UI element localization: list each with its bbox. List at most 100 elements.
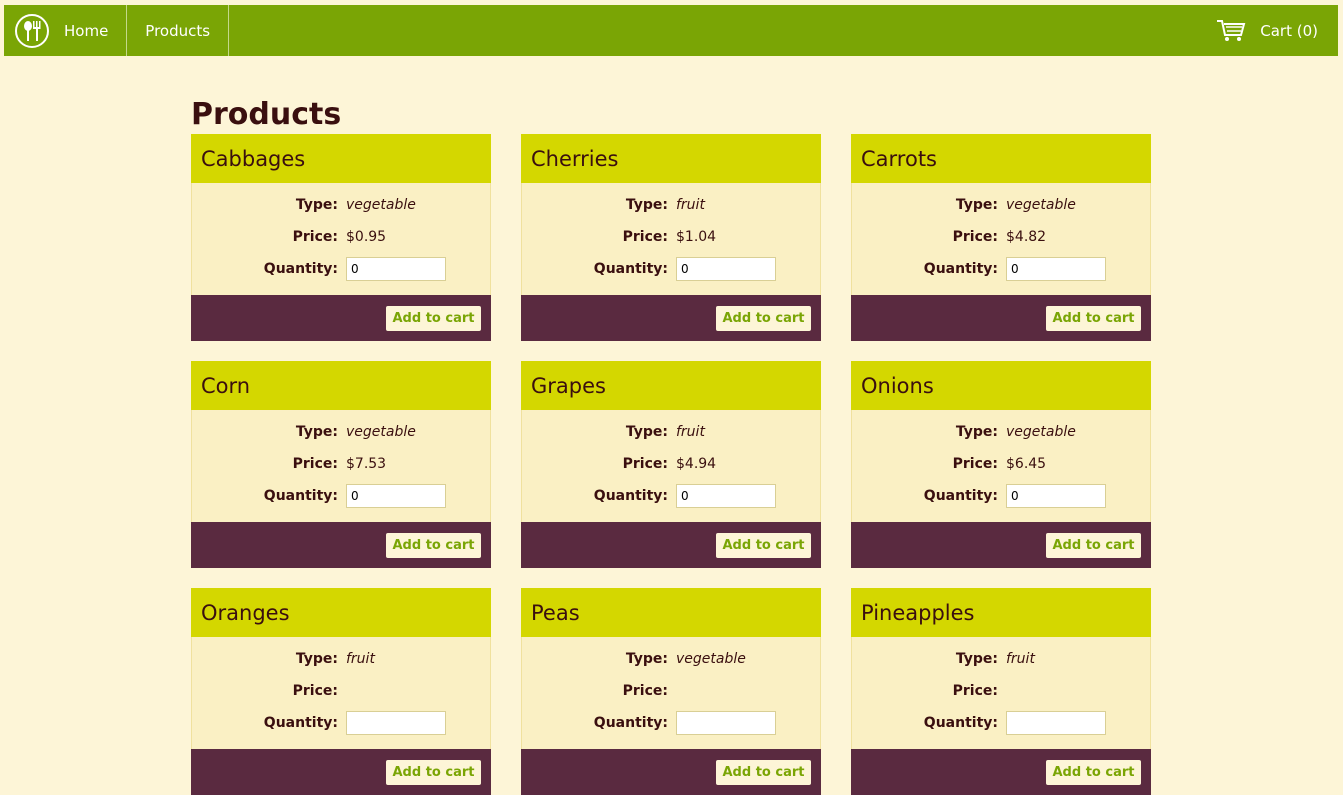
type-value: vegetable [1006, 197, 1076, 213]
type-value: fruit [676, 197, 705, 213]
add-to-cart-button[interactable]: Add to cart [1046, 532, 1141, 558]
type-label: Type: [955, 197, 998, 213]
nav-home[interactable]: Home [60, 5, 128, 56]
product-card: Cherries Type: fruit Price: $1.04 Quanti… [521, 134, 821, 341]
card-footer: Add to cart [191, 749, 491, 795]
price-label: Price: [292, 683, 338, 699]
price-value: $1.04 [676, 229, 717, 245]
price-row: Price: $7.53 [192, 448, 490, 480]
price-value: $4.82 [1006, 229, 1047, 245]
type-value: vegetable [676, 651, 746, 667]
type-label: Type: [625, 424, 668, 440]
price-row: Price: $6.45 [852, 448, 1150, 480]
product-details: Type: fruit Price: Quantity: [191, 637, 491, 749]
quantity-row: Quantity: [522, 707, 820, 739]
product-name: Cabbages [191, 134, 491, 183]
type-label: Type: [295, 651, 338, 667]
product-details: Type: vegetable Price: $7.53 Quantity: [191, 410, 491, 522]
fork-spoon-icon [15, 13, 49, 48]
quantity-input[interactable] [346, 257, 446, 281]
add-to-cart-button[interactable]: Add to cart [716, 305, 811, 331]
add-to-cart-button[interactable]: Add to cart [386, 759, 481, 785]
type-value: fruit [346, 651, 375, 667]
quantity-row: Quantity: [852, 480, 1150, 512]
add-to-cart-button[interactable]: Add to cart [1046, 305, 1141, 331]
type-row: Type: vegetable [192, 189, 490, 221]
product-name: Cherries [521, 134, 821, 183]
product-card: Onions Type: vegetable Price: $6.45 Quan… [851, 361, 1151, 568]
price-label: Price: [952, 229, 998, 245]
product-card: Oranges Type: fruit Price: Quantity: Add… [191, 588, 491, 795]
quantity-input[interactable] [676, 257, 776, 281]
logo[interactable] [4, 5, 60, 56]
quantity-input[interactable] [1006, 484, 1106, 508]
product-name: Peas [521, 588, 821, 637]
product-card: Carrots Type: vegetable Price: $4.82 Qua… [851, 134, 1151, 341]
quantity-label: Quantity: [263, 261, 338, 277]
type-row: Type: vegetable [852, 189, 1150, 221]
card-footer: Add to cart [191, 295, 491, 341]
product-grid: Cabbages Type: vegetable Price: $0.95 Qu… [191, 134, 1151, 795]
quantity-input[interactable] [346, 711, 446, 735]
quantity-row: Quantity: [522, 480, 820, 512]
add-to-cart-button[interactable]: Add to cart [386, 305, 481, 331]
quantity-row: Quantity: [852, 253, 1150, 285]
card-footer: Add to cart [521, 295, 821, 341]
quantity-input[interactable] [676, 711, 776, 735]
type-row: Type: fruit [522, 189, 820, 221]
add-to-cart-button[interactable]: Add to cart [716, 532, 811, 558]
price-label: Price: [952, 683, 998, 699]
main-content: Products Cabbages Type: vegetable Price:… [191, 95, 1151, 795]
page-title: Products [191, 97, 342, 132]
price-label: Price: [952, 456, 998, 472]
quantity-label: Quantity: [263, 488, 338, 504]
card-footer: Add to cart [191, 522, 491, 568]
product-name: Corn [191, 361, 491, 410]
type-label: Type: [625, 651, 668, 667]
add-to-cart-button[interactable]: Add to cart [1046, 759, 1141, 785]
quantity-label: Quantity: [263, 715, 338, 731]
quantity-input[interactable] [1006, 711, 1106, 735]
type-label: Type: [625, 197, 668, 213]
price-row: Price: $1.04 [522, 221, 820, 253]
quantity-label: Quantity: [593, 261, 668, 277]
type-value: vegetable [1006, 424, 1076, 440]
product-name: Onions [851, 361, 1151, 410]
price-row: Price: $0.95 [192, 221, 490, 253]
product-name: Pineapples [851, 588, 1151, 637]
cart-link[interactable]: Cart (0) [1216, 5, 1338, 56]
price-value: $0.95 [346, 229, 387, 245]
type-row: Type: vegetable [192, 416, 490, 448]
quantity-row: Quantity: [192, 707, 490, 739]
quantity-input[interactable] [346, 484, 446, 508]
quantity-row: Quantity: [192, 480, 490, 512]
nav-products[interactable]: Products [127, 5, 230, 56]
quantity-row: Quantity: [852, 707, 1150, 739]
add-to-cart-button[interactable]: Add to cart [386, 532, 481, 558]
quantity-label: Quantity: [593, 715, 668, 731]
type-row: Type: vegetable [522, 643, 820, 675]
type-row: Type: vegetable [852, 416, 1150, 448]
price-row: Price: [192, 675, 490, 707]
type-label: Type: [295, 424, 338, 440]
quantity-input[interactable] [676, 484, 776, 508]
product-details: Type: fruit Price: $4.94 Quantity: [521, 410, 821, 522]
price-value: $6.45 [1006, 456, 1047, 472]
card-footer: Add to cart [521, 749, 821, 795]
price-label: Price: [622, 229, 668, 245]
quantity-label: Quantity: [923, 488, 998, 504]
product-card: Cabbages Type: vegetable Price: $0.95 Qu… [191, 134, 491, 341]
product-details: Type: vegetable Price: $0.95 Quantity: [191, 183, 491, 295]
price-value: $7.53 [346, 456, 387, 472]
product-name: Grapes [521, 361, 821, 410]
add-to-cart-button[interactable]: Add to cart [716, 759, 811, 785]
quantity-label: Quantity: [923, 715, 998, 731]
product-card: Pineapples Type: fruit Price: Quantity: … [851, 588, 1151, 795]
quantity-input[interactable] [1006, 257, 1106, 281]
quantity-label: Quantity: [923, 261, 998, 277]
price-label: Price: [622, 683, 668, 699]
type-value: fruit [676, 424, 705, 440]
product-card: Peas Type: vegetable Price: Quantity: Ad… [521, 588, 821, 795]
type-label: Type: [955, 651, 998, 667]
